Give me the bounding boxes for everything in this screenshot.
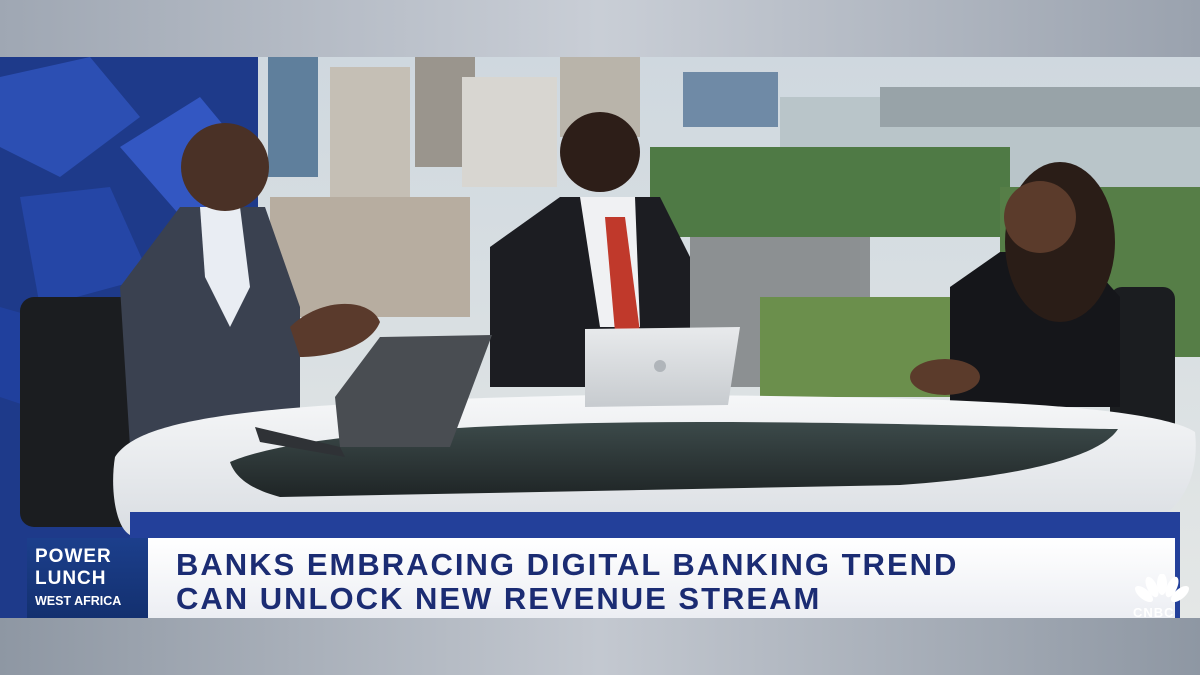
backdrop-tower — [462, 77, 557, 187]
backdrop-tower — [683, 72, 778, 127]
show-name-line2: LUNCH — [35, 568, 107, 589]
network-name: CNBC — [1133, 605, 1175, 620]
center-presenter-head — [560, 112, 640, 192]
headline-box: BANKS EMBRACING DIGITAL BANKING TREND CA… — [148, 538, 1175, 618]
show-region: WEST AFRICA — [35, 594, 122, 608]
low-rise-roofs — [270, 197, 470, 317]
show-name-box: POWER LUNCH WEST AFRICA — [27, 538, 148, 618]
studio-scene — [0, 57, 1200, 618]
lower-third: POWER LUNCH WEST AFRICA BANKS EMBRACING … — [27, 538, 1175, 618]
backdrop-tower — [330, 67, 410, 197]
left-presenter-head — [181, 123, 269, 211]
right-presenter-hands — [910, 359, 980, 395]
video-frame: POWER LUNCH WEST AFRICA BANKS EMBRACING … — [0, 0, 1200, 675]
backdrop-tower — [268, 57, 318, 177]
trees — [650, 147, 1010, 237]
laptop-logo-icon — [654, 360, 666, 372]
distant-skyline — [880, 87, 1200, 127]
headline-line1: BANKS EMBRACING DIGITAL BANKING TREND — [176, 547, 959, 582]
headline-line2: CAN UNLOCK NEW REVENUE STREAM — [176, 581, 822, 616]
bottom-letterbox-band — [0, 618, 1200, 675]
top-letterbox-band — [0, 0, 1200, 57]
show-name-line1: POWER — [35, 546, 112, 567]
right-presenter-head — [1004, 181, 1076, 253]
